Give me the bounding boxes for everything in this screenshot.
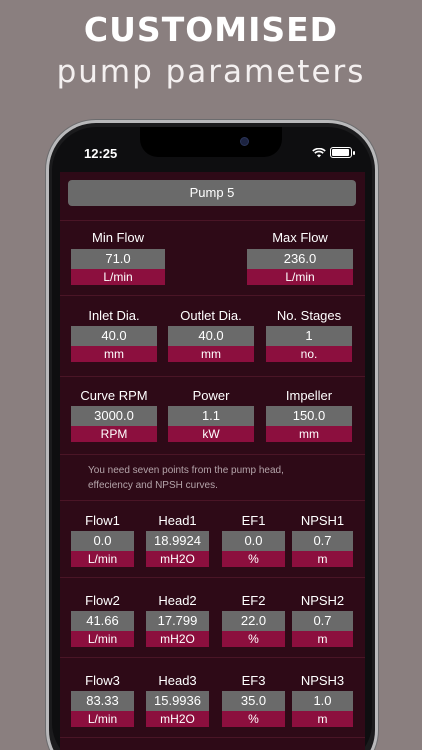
power-input[interactable]: 1.1: [168, 406, 254, 426]
curve-rpm-input[interactable]: 3000.0: [71, 406, 157, 426]
power-label: Power: [192, 388, 230, 403]
impeller-input[interactable]: 150.0: [266, 406, 352, 426]
ef2-input[interactable]: 22.0: [222, 611, 285, 631]
curve-rpm-label: Curve RPM: [80, 388, 148, 403]
min-flow-unit: L/min: [71, 269, 165, 285]
ef2-label: EF2: [241, 593, 266, 608]
divider: [60, 376, 365, 377]
stages-label: No. Stages: [276, 308, 342, 323]
npsh2-unit: m: [292, 631, 353, 647]
flow1-input[interactable]: 0.0: [71, 531, 134, 551]
max-flow-unit: L/min: [247, 269, 353, 285]
head2-unit: mH2O: [146, 631, 209, 647]
divider: [60, 737, 365, 738]
npsh2-label: NPSH2: [300, 593, 345, 608]
ef2-unit: %: [222, 631, 285, 647]
head2-input[interactable]: 17.799: [146, 611, 209, 631]
inlet-dia-label: Inlet Dia.: [88, 308, 140, 323]
wifi-icon: [312, 147, 326, 157]
ef1-input[interactable]: 0.0: [222, 531, 285, 551]
flow1-unit: L/min: [71, 551, 134, 567]
npsh1-unit: m: [292, 551, 353, 567]
head3-label: Head3: [158, 673, 197, 688]
battery-icon: [330, 147, 352, 158]
npsh3-label: NPSH3: [300, 673, 345, 688]
flow2-label: Flow2: [85, 593, 120, 608]
outlet-dia-label: Outlet Dia.: [180, 308, 242, 323]
flow3-unit: L/min: [71, 711, 134, 727]
npsh3-unit: m: [292, 711, 353, 727]
promo-title: CUSTOMISED: [83, 10, 339, 49]
npsh2-input[interactable]: 0.7: [292, 611, 353, 631]
ef1-label: EF1: [241, 513, 266, 528]
inlet-dia-unit: mm: [71, 346, 157, 362]
head1-input[interactable]: 18.9924: [146, 531, 209, 551]
divider: [60, 454, 365, 455]
min-flow-label: Min Flow: [91, 230, 144, 245]
impeller-label: Impeller: [285, 388, 333, 403]
battery-tip: [353, 150, 355, 155]
max-flow-input[interactable]: 236.0: [247, 249, 353, 269]
max-flow-label: Max Flow: [272, 230, 328, 245]
promo-subtitle: pump parameters: [56, 54, 366, 90]
camera-icon: [240, 137, 249, 146]
pump-name-field[interactable]: Pump 5: [68, 180, 356, 206]
ef1-unit: %: [222, 551, 285, 567]
divider: [60, 295, 365, 296]
npsh3-input[interactable]: 1.0: [292, 691, 353, 711]
curve-rpm-unit: RPM: [71, 426, 157, 442]
instruction-note: You need seven points from the pump head…: [88, 465, 284, 491]
stages-unit: no.: [266, 346, 352, 362]
head1-label: Head1: [158, 513, 197, 528]
outlet-dia-input[interactable]: 40.0: [168, 326, 254, 346]
app-content: Pump 5 Min Flow 71.0 L/min Max Flow 236.…: [60, 172, 365, 750]
flow3-input[interactable]: 83.33: [71, 691, 134, 711]
ef3-label: EF3: [241, 673, 266, 688]
head1-unit: mH2O: [146, 551, 209, 567]
impeller-unit: mm: [266, 426, 352, 442]
head2-label: Head2: [158, 593, 197, 608]
divider: [60, 657, 365, 658]
status-time: 12:25: [84, 146, 118, 161]
flow1-label: Flow1: [85, 513, 120, 528]
ef3-unit: %: [222, 711, 285, 727]
npsh1-label: NPSH1: [300, 513, 345, 528]
ef3-input[interactable]: 35.0: [222, 691, 285, 711]
head3-unit: mH2O: [146, 711, 209, 727]
stages-input[interactable]: 1: [266, 326, 352, 346]
divider: [60, 500, 365, 501]
outlet-dia-unit: mm: [168, 346, 254, 362]
head3-input[interactable]: 15.9936: [146, 691, 209, 711]
inlet-dia-input[interactable]: 40.0: [71, 326, 157, 346]
power-unit: kW: [168, 426, 254, 442]
flow3-label: Flow3: [85, 673, 120, 688]
divider: [60, 577, 365, 578]
flow2-unit: L/min: [71, 631, 134, 647]
status-icons: [312, 147, 355, 158]
divider: [60, 220, 365, 221]
flow2-input[interactable]: 41.66: [71, 611, 134, 631]
npsh1-input[interactable]: 0.7: [292, 531, 353, 551]
min-flow-input[interactable]: 71.0: [71, 249, 165, 269]
notch: [140, 127, 282, 157]
